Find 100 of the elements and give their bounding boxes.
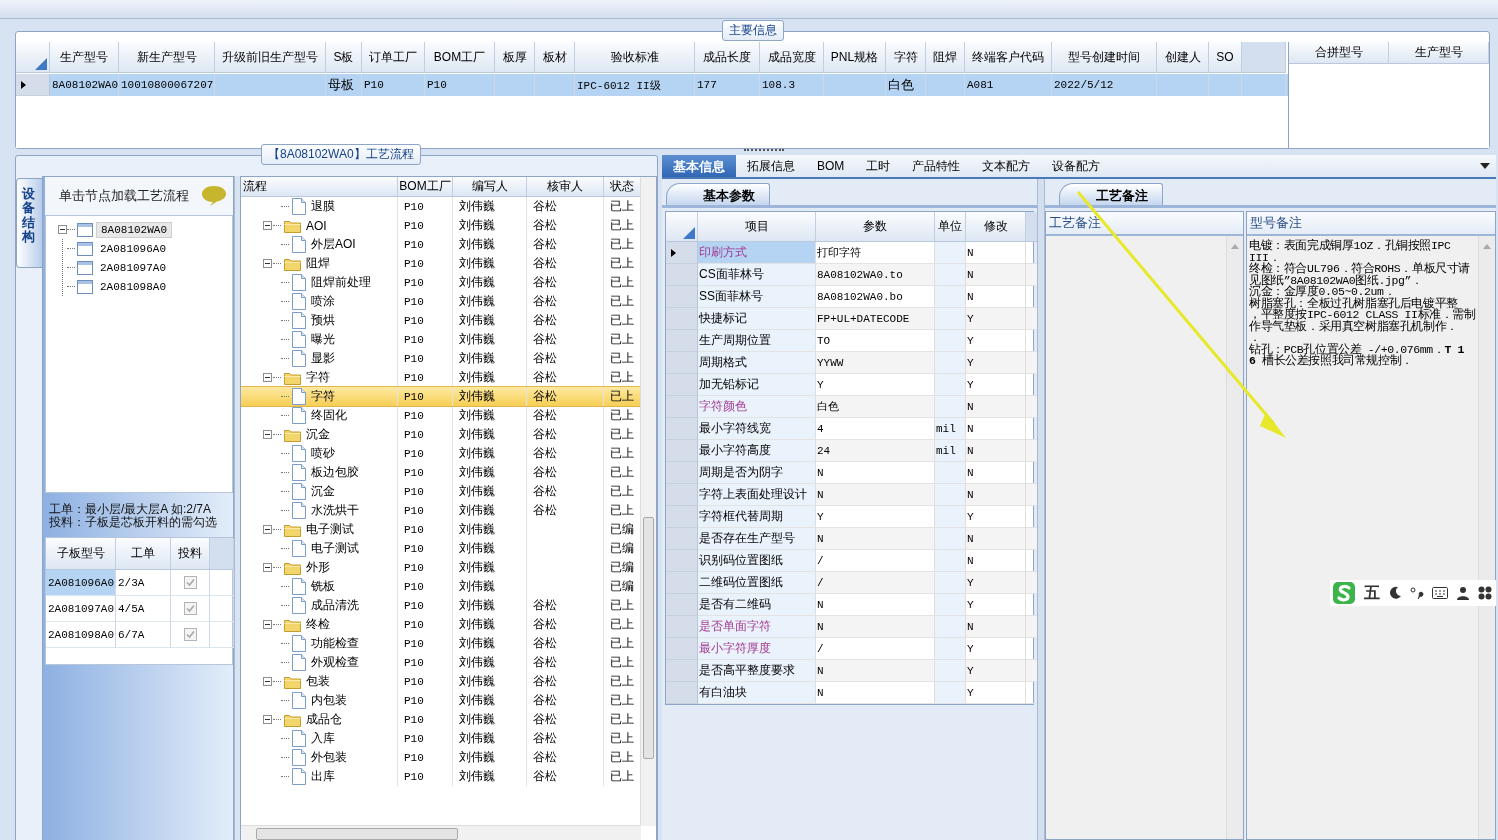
collapse-icon[interactable] [263,373,272,382]
grid-icon[interactable] [1478,586,1492,600]
column-header[interactable]: 字符 [886,42,926,73]
tree-item[interactable]: AOI [306,218,327,233]
checkbox[interactable] [183,576,197,589]
column-header[interactable]: 创建人 [1157,42,1209,73]
column-header[interactable]: 子板型号 [46,538,116,570]
collapse-icon[interactable] [263,221,272,230]
scrollbar[interactable] [640,177,656,826]
tree-item[interactable]: 板边包胶 [311,464,359,481]
column-header[interactable]: BOM工厂 [398,177,453,197]
splitter[interactable] [1037,179,1045,840]
collapse-icon[interactable] [263,677,272,686]
tree-item[interactable]: 显影 [311,350,335,367]
tree-item[interactable]: 出库 [311,768,335,785]
tab[interactable]: 基本信息 [662,155,736,177]
collapse-icon[interactable] [263,259,272,268]
column-header[interactable]: 升级前旧生产型号 [215,42,326,73]
collapse-icon[interactable] [58,225,67,234]
tab[interactable]: 拓展信息 [736,155,806,177]
column-header[interactable]: 参数 [816,212,935,242]
logo-icon[interactable] [1332,581,1356,605]
tab[interactable]: 文本配方 [971,155,1042,177]
column-header[interactable]: 投料 [171,538,210,570]
column-header[interactable]: BOM工厂 [425,42,495,73]
input-mode[interactable]: 五 [1364,582,1380,604]
column-header[interactable]: 型号创建时间 [1052,42,1157,73]
column-header[interactable]: 项目 [698,212,816,242]
tab[interactable]: 工艺备注 [1059,183,1163,205]
tree-item[interactable]: 阻焊前处理 [311,274,371,291]
collapse-icon[interactable] [263,430,272,439]
scroll-up-icon[interactable] [1231,244,1239,249]
tree-item[interactable]: 2A081096A0 [96,241,170,256]
column-header[interactable]: 订单工厂 [362,42,425,73]
moon-icon[interactable] [1388,586,1402,600]
column-header[interactable]: 终端客户代码 [965,42,1052,73]
column-header[interactable]: 工单 [116,538,171,570]
scrollbar[interactable] [241,825,641,840]
column-header[interactable]: S板 [326,42,362,73]
tree-item[interactable]: 成品仓 [306,711,342,728]
tree-item[interactable]: 阻焊 [306,255,330,272]
checkbox[interactable] [183,602,197,615]
column-header[interactable]: 修改 [966,212,1026,242]
splitter[interactable] [234,176,240,840]
tree-item[interactable]: 包装 [306,673,330,690]
tree-item[interactable]: 沉金 [311,483,335,500]
tab[interactable]: 产品特性 [901,155,972,177]
tree-item[interactable]: 功能检查 [311,635,359,652]
tree-item[interactable]: 内包装 [311,692,347,709]
collapse-icon[interactable] [263,525,272,534]
tree-item[interactable]: 8A08102WA0 [96,221,172,238]
tree-item[interactable]: 成品清洗 [311,597,359,614]
person-icon[interactable] [1456,586,1470,600]
column-header[interactable]: 生产型号 [50,42,119,73]
tab[interactable]: BOM [806,155,856,177]
column-header[interactable]: 板材 [535,42,575,73]
tree-item[interactable]: 2A081097A0 [96,260,170,275]
tree-item[interactable]: 外包装 [311,749,347,766]
row-header[interactable] [666,242,698,264]
tree-item[interactable]: 曝光 [311,331,335,348]
tree-item[interactable]: 水洗烘干 [311,502,359,519]
column-header[interactable]: 验收标准 [575,42,695,73]
tree-item[interactable]: 沉金 [306,426,330,443]
column-header[interactable]: 成品宽度 [760,42,824,73]
column-header[interactable]: 流程 [241,177,398,197]
collapse-icon[interactable] [263,620,272,629]
tree-item[interactable]: 2A081098A0 [96,279,170,294]
tree-item[interactable]: 退膜 [311,198,335,215]
column-header[interactable]: 核审人 [527,177,604,197]
column-header[interactable]: SO [1209,42,1242,73]
scrollbar[interactable] [1477,236,1495,839]
column-header[interactable]: PNL规格 [824,42,886,73]
tree-item[interactable]: 外形 [306,559,330,576]
tab[interactable]: 设备配方 [1041,155,1112,177]
column-header[interactable]: 阻焊 [926,42,965,73]
tree-item[interactable]: 终检 [306,616,330,633]
column-header[interactable]: 成品长度 [695,42,760,73]
tree-item[interactable]: 电子测试 [306,521,354,538]
checkbox[interactable] [183,628,197,641]
tree-item[interactable]: 铣板 [311,578,335,595]
table-cell[interactable]: 2A081097A0 [46,596,116,622]
scrollbar[interactable] [1226,236,1243,839]
caret-icon[interactable] [1479,163,1490,169]
column-header[interactable]: 状态 [604,177,641,197]
column-header[interactable]: 编写人 [453,177,527,197]
tree-item[interactable]: 电子测试 [311,540,359,557]
tree-item[interactable]: 字符 [306,369,330,386]
collapse-icon[interactable] [263,715,272,724]
column-header[interactable]: 单位 [935,212,966,242]
tree-item[interactable]: 入库 [311,730,335,747]
tab[interactable]: 工时 [855,155,902,177]
tree-item[interactable]: 预烘 [311,312,335,329]
table-cell[interactable]: 2A081096A0 [46,570,116,596]
column-header[interactable]: 生产型号 [1389,42,1489,64]
column-header[interactable]: 新生产型号 [119,42,215,73]
column-header[interactable]: 合拼型号 [1289,42,1389,64]
column-header[interactable]: 板厚 [495,42,535,73]
tree-item[interactable]: 喷涂 [311,293,335,310]
collapse-icon[interactable] [263,563,272,572]
tree-item[interactable]: 外层AOI [311,236,356,253]
